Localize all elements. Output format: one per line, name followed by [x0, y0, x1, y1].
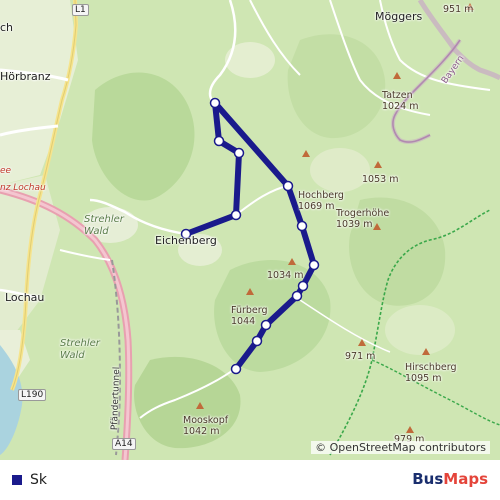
stop-marker [233, 147, 245, 159]
peak-1053: 1053 m [362, 174, 399, 185]
peak-hirschberg: Hirschberg 1095 m [405, 362, 457, 384]
stop-marker [296, 220, 308, 232]
stop-marker [291, 290, 303, 302]
road-label-l1: L1 [72, 4, 89, 16]
legend-route-swatch [12, 475, 22, 485]
stop-marker [209, 97, 221, 109]
peak-mooskopf: Mooskopf 1042 m [183, 415, 229, 437]
place-ch: ch [0, 21, 14, 34]
peak-furberg: Fürberg 1044 [231, 305, 268, 327]
stop-marker [282, 180, 294, 192]
place-ee: ee [0, 166, 12, 176]
peak-951: 951 m [443, 4, 474, 15]
peak-tatzen: Tatzen 1024 m [382, 90, 419, 112]
map-canvas[interactable]: Möggers Hörbranz ch Eichenberg Lochau St… [0, 0, 500, 460]
place-strehler-wald-1: Strehler Wald [84, 214, 124, 237]
peak-trogerhohe: Trogerhöhe 1039 m [336, 208, 390, 230]
place-nz-lochau: nz Lochau [0, 183, 46, 193]
brand-part-1: Bus [412, 470, 444, 488]
place-horbranz: Hörbranz [0, 70, 51, 83]
map-footer: Sk BusMaps [0, 460, 500, 500]
map-screenshot: Möggers Hörbranz ch Eichenberg Lochau St… [0, 0, 500, 500]
place-lochau: Lochau [5, 291, 45, 304]
place-strehler-wald-2: Strehler Wald [60, 338, 100, 361]
place-moggers: Möggers [375, 10, 423, 23]
stop-marker [308, 259, 320, 271]
stop-marker [297, 280, 309, 292]
legend-route-label: Sk [30, 472, 47, 488]
busmaps-logo[interactable]: BusMaps [412, 470, 488, 488]
road-label-a14: A14 [112, 438, 136, 450]
peak-971: 971 m [345, 351, 376, 362]
map-graphics [0, 0, 500, 460]
road-label-l190: L190 [18, 389, 47, 401]
place-eichenberg: Eichenberg [155, 234, 217, 247]
peak-1034: 1034 m [267, 270, 304, 281]
map-attribution[interactable]: © OpenStreetMap contributors [311, 441, 490, 454]
stop-marker [230, 209, 242, 221]
stop-marker [213, 135, 225, 147]
brand-part-2: Maps [443, 470, 488, 488]
stop-marker [251, 335, 263, 347]
stop-marker [230, 363, 242, 375]
